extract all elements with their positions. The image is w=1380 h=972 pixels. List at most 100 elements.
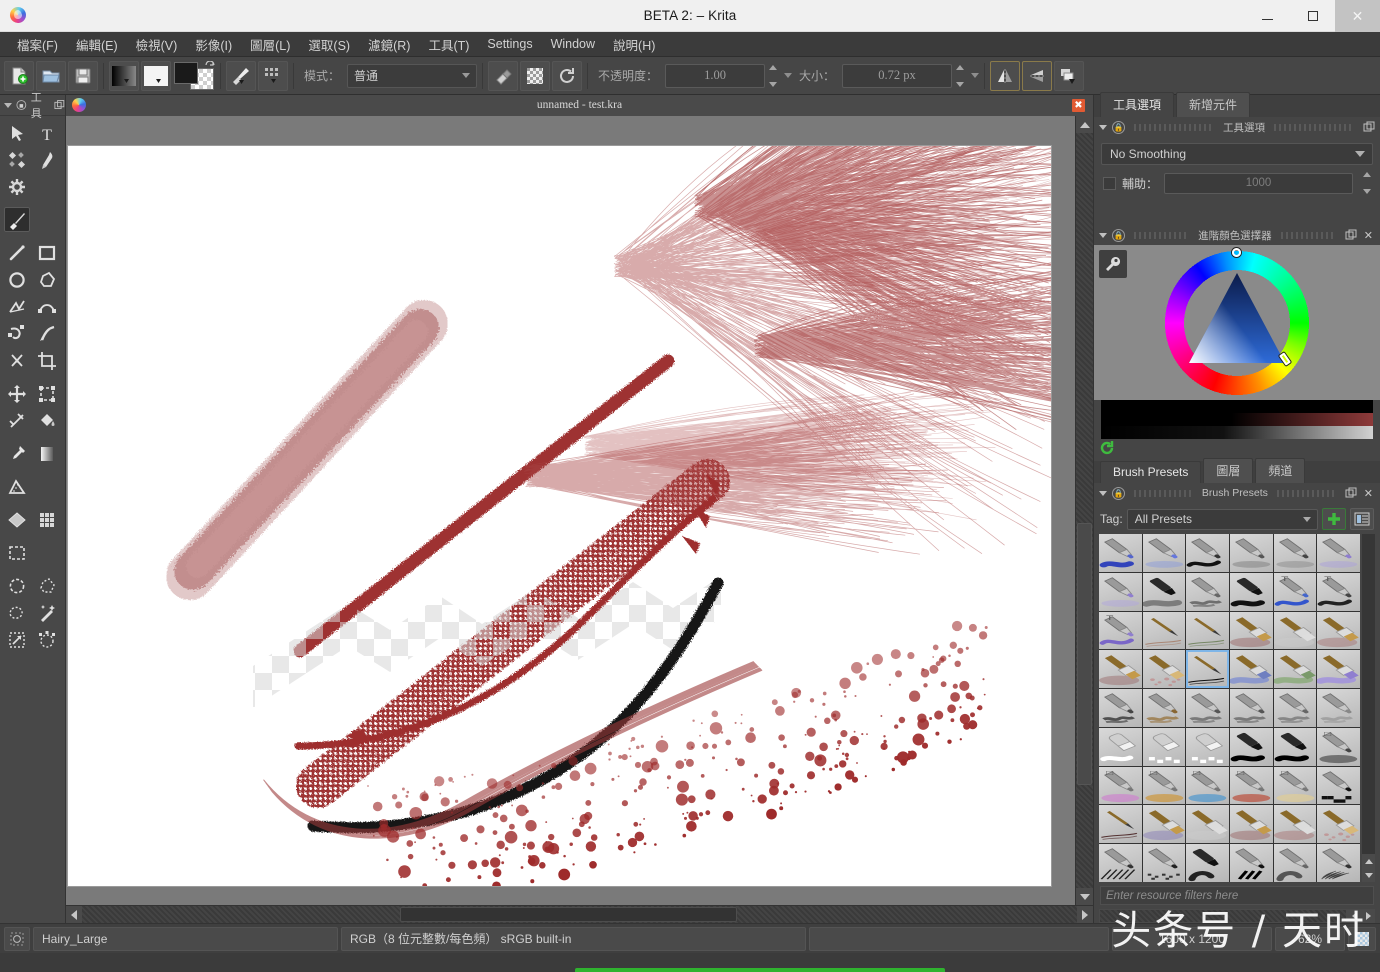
tool-rectangle[interactable] (34, 240, 60, 265)
brush-preset-item[interactable] (1186, 805, 1229, 844)
vertical-scroll-thumb[interactable] (1077, 523, 1092, 785)
close-document-icon[interactable]: ✖ (1072, 98, 1085, 112)
brush-preset-item[interactable] (1186, 727, 1229, 766)
panel-grip[interactable] (1134, 489, 1193, 497)
tab-layers[interactable]: 圖層 (1203, 458, 1254, 483)
status-zoom-level[interactable]: 62% (1275, 926, 1345, 951)
opacity-dropdown-icon[interactable] (784, 73, 793, 78)
eraser-toggle-button[interactable] (488, 60, 519, 91)
resource-filter-input[interactable]: Enter resource filters here (1100, 886, 1374, 905)
chevron-down-icon[interactable] (1099, 124, 1107, 130)
horizontal-scroll-track[interactable] (82, 906, 1077, 923)
workspace-chooser-button[interactable] (1054, 60, 1085, 91)
menu-image[interactable]: 影像(I) (186, 32, 241, 57)
brush-preset-item[interactable]: □ (1230, 766, 1273, 805)
blending-mode-combo[interactable]: 普通 (347, 63, 478, 88)
brush-preset-item[interactable] (1317, 611, 1360, 650)
float-dock-icon[interactable] (1345, 487, 1357, 499)
tab-channels[interactable]: 頻道 (1255, 458, 1306, 483)
color-value-bar[interactable] (1101, 426, 1373, 439)
tool-similar-select[interactable] (4, 627, 30, 652)
brush-preset-item[interactable] (1317, 766, 1360, 805)
opacity-value[interactable]: 1.00 (665, 63, 766, 88)
presets-scrollbar[interactable] (1362, 534, 1375, 882)
chevron-down-icon[interactable] (1099, 232, 1107, 238)
tool-gradient-edit[interactable] (4, 174, 30, 199)
tool-freehand-path[interactable] (4, 321, 30, 346)
brush-preset-button[interactable] (226, 60, 256, 91)
brush-preset-item[interactable] (1186, 572, 1229, 611)
tool-rect-select[interactable] (4, 540, 30, 565)
hue-cursor[interactable] (1232, 248, 1241, 257)
close-icon[interactable]: ✕ (1362, 229, 1375, 242)
color-history-bar[interactable] (1101, 400, 1373, 413)
color-selector-body[interactable] (1094, 245, 1380, 400)
brush-preset-item[interactable] (1273, 805, 1317, 844)
size-dropdown-icon[interactable] (971, 73, 980, 78)
new-document-button[interactable] (4, 60, 34, 91)
tool-measure[interactable] (4, 408, 30, 433)
tool-text[interactable]: T (34, 120, 60, 145)
brush-preset-item[interactable] (1317, 650, 1360, 689)
brush-preset-item[interactable] (1099, 534, 1142, 572)
minimize-button[interactable] (1245, 0, 1290, 32)
tool-fill[interactable] (34, 408, 60, 433)
brush-preset-item[interactable] (1099, 805, 1142, 844)
brush-preset-item[interactable] (1142, 689, 1186, 727)
brush-preset-item[interactable] (1273, 650, 1317, 689)
brush-preset-item[interactable]: T (1273, 572, 1317, 611)
tool-transform[interactable] (34, 381, 60, 406)
assistant-value[interactable]: 1000 (1164, 172, 1353, 194)
vertical-scroll-track[interactable] (1076, 133, 1093, 888)
selection-mask-icon[interactable] (4, 926, 30, 951)
wrench-icon[interactable] (1099, 250, 1127, 278)
tool-freehand-brush[interactable] (4, 207, 30, 232)
brush-preset-item[interactable] (1142, 805, 1186, 844)
assistant-spin-buttons[interactable] (1360, 171, 1373, 195)
brush-preset-item[interactable] (1317, 844, 1360, 882)
tool-line[interactable] (4, 240, 30, 265)
foreground-color-swatch[interactable] (174, 61, 198, 84)
lock-icon[interactable]: 🔒 (1112, 486, 1125, 500)
float-dock-icon[interactable] (1345, 229, 1357, 241)
tool-dynamic-brush[interactable] (34, 321, 60, 346)
tool-bezier-curve[interactable] (34, 294, 60, 319)
tool-multibrush[interactable] (4, 348, 30, 373)
brush-preset-item[interactable] (1142, 572, 1186, 611)
brush-editor-button[interactable] (258, 60, 288, 91)
tag-combo[interactable]: All Presets (1126, 508, 1318, 530)
brush-preset-item[interactable] (1099, 844, 1142, 882)
save-document-button[interactable] (68, 60, 98, 91)
brush-preset-item[interactable] (1099, 689, 1142, 727)
brush-preset-item[interactable]: □ (1142, 766, 1186, 805)
tool-freehand-select[interactable] (4, 600, 30, 625)
preset-view-button[interactable] (1350, 508, 1374, 530)
brush-preset-item[interactable]: T (1317, 572, 1360, 611)
dock-scroll-left-button[interactable] (1347, 909, 1361, 923)
brush-preset-item[interactable] (1142, 611, 1186, 650)
brush-preset-item[interactable] (1317, 689, 1360, 727)
tool-move[interactable] (4, 381, 30, 406)
size-stepper[interactable]: 0.72 px (842, 63, 980, 88)
canvas-viewport[interactable] (66, 116, 1075, 905)
menu-layer[interactable]: 圖層(L) (241, 32, 299, 57)
tool-color-picker[interactable] (4, 441, 30, 466)
menu-filter[interactable]: 濾鏡(R) (359, 32, 419, 57)
brush-preset-item[interactable] (1099, 727, 1142, 766)
brush-preset-item[interactable] (1317, 534, 1360, 572)
mirror-vertical-button[interactable] (1022, 60, 1053, 91)
brush-preset-item[interactable] (1230, 727, 1273, 766)
menu-edit[interactable]: 編輯(E) (67, 32, 127, 57)
chevron-down-icon[interactable] (1099, 490, 1107, 496)
color-wheel[interactable] (1163, 248, 1311, 397)
tool-polygon[interactable] (34, 267, 60, 292)
reset-color-icon[interactable] (1099, 440, 1115, 456)
brush-preset-item[interactable] (1142, 727, 1186, 766)
tool-crop[interactable] (34, 348, 60, 373)
checker-swatch-icon[interactable] (1348, 926, 1376, 951)
open-document-button[interactable] (36, 60, 66, 91)
brush-preset-item[interactable] (1273, 534, 1317, 572)
brush-preset-item[interactable] (1186, 844, 1229, 882)
brush-preset-item[interactable]: □ (1317, 727, 1360, 766)
lock-icon[interactable] (16, 99, 27, 111)
